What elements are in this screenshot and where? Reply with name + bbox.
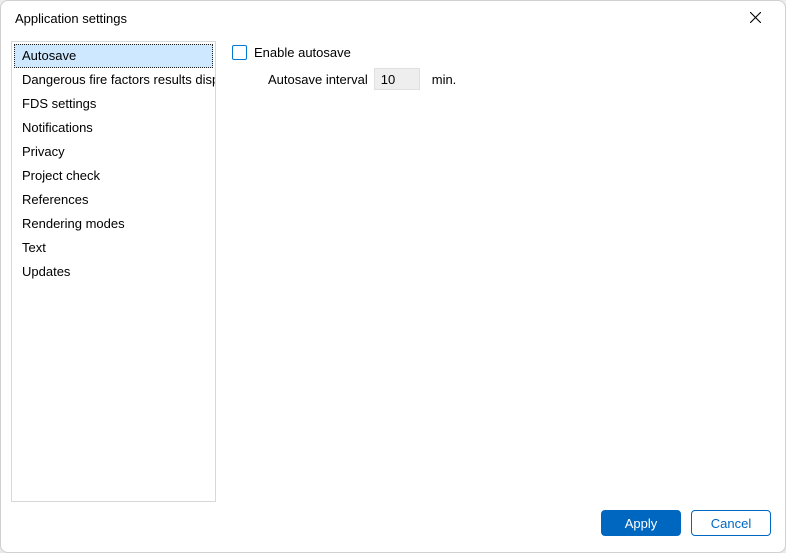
autosave-interval-input[interactable]: [374, 68, 420, 90]
sidebar-item-label: Privacy: [22, 144, 65, 159]
sidebar-item-updates[interactable]: Updates: [14, 260, 213, 284]
sidebar-item-label: Updates: [22, 264, 70, 279]
close-button[interactable]: [735, 4, 775, 32]
sidebar-item-rendering-modes[interactable]: Rendering modes: [14, 212, 213, 236]
autosave-interval-unit: min.: [432, 72, 457, 87]
sidebar-item-label: Autosave: [22, 48, 76, 63]
enable-autosave-checkbox[interactable]: [232, 45, 247, 60]
sidebar-item-text[interactable]: Text: [14, 236, 213, 260]
sidebar-item-label: Notifications: [22, 120, 93, 135]
settings-dialog: Application settings Autosave Dangerous …: [0, 0, 786, 553]
window-title: Application settings: [15, 11, 127, 26]
titlebar: Application settings: [1, 1, 785, 35]
settings-content: Enable autosave Autosave interval min.: [228, 41, 775, 502]
sidebar-item-notifications[interactable]: Notifications: [14, 116, 213, 140]
sidebar-item-label: Rendering modes: [22, 216, 125, 231]
enable-autosave-row: Enable autosave: [232, 45, 771, 60]
sidebar-item-dangerous-fire-factors[interactable]: Dangerous fire factors results display: [14, 68, 213, 92]
apply-button[interactable]: Apply: [601, 510, 681, 536]
dialog-body: Autosave Dangerous fire factors results …: [1, 35, 785, 502]
sidebar-item-project-check[interactable]: Project check: [14, 164, 213, 188]
cancel-button[interactable]: Cancel: [691, 510, 771, 536]
sidebar-item-fds-settings[interactable]: FDS settings: [14, 92, 213, 116]
close-icon: [750, 11, 761, 26]
autosave-interval-label: Autosave interval: [268, 72, 368, 87]
sidebar-item-privacy[interactable]: Privacy: [14, 140, 213, 164]
sidebar-item-label: Text: [22, 240, 46, 255]
sidebar-item-label: FDS settings: [22, 96, 96, 111]
sidebar-item-autosave[interactable]: Autosave: [14, 44, 213, 68]
sidebar-item-label: Project check: [22, 168, 100, 183]
dialog-footer: Apply Cancel: [1, 502, 785, 552]
sidebar-item-label: Dangerous fire factors results display: [22, 72, 216, 87]
autosave-interval-row: Autosave interval min.: [268, 68, 771, 90]
sidebar-item-label: References: [22, 192, 88, 207]
settings-sidebar: Autosave Dangerous fire factors results …: [11, 41, 216, 502]
sidebar-item-references[interactable]: References: [14, 188, 213, 212]
enable-autosave-label[interactable]: Enable autosave: [254, 45, 351, 60]
